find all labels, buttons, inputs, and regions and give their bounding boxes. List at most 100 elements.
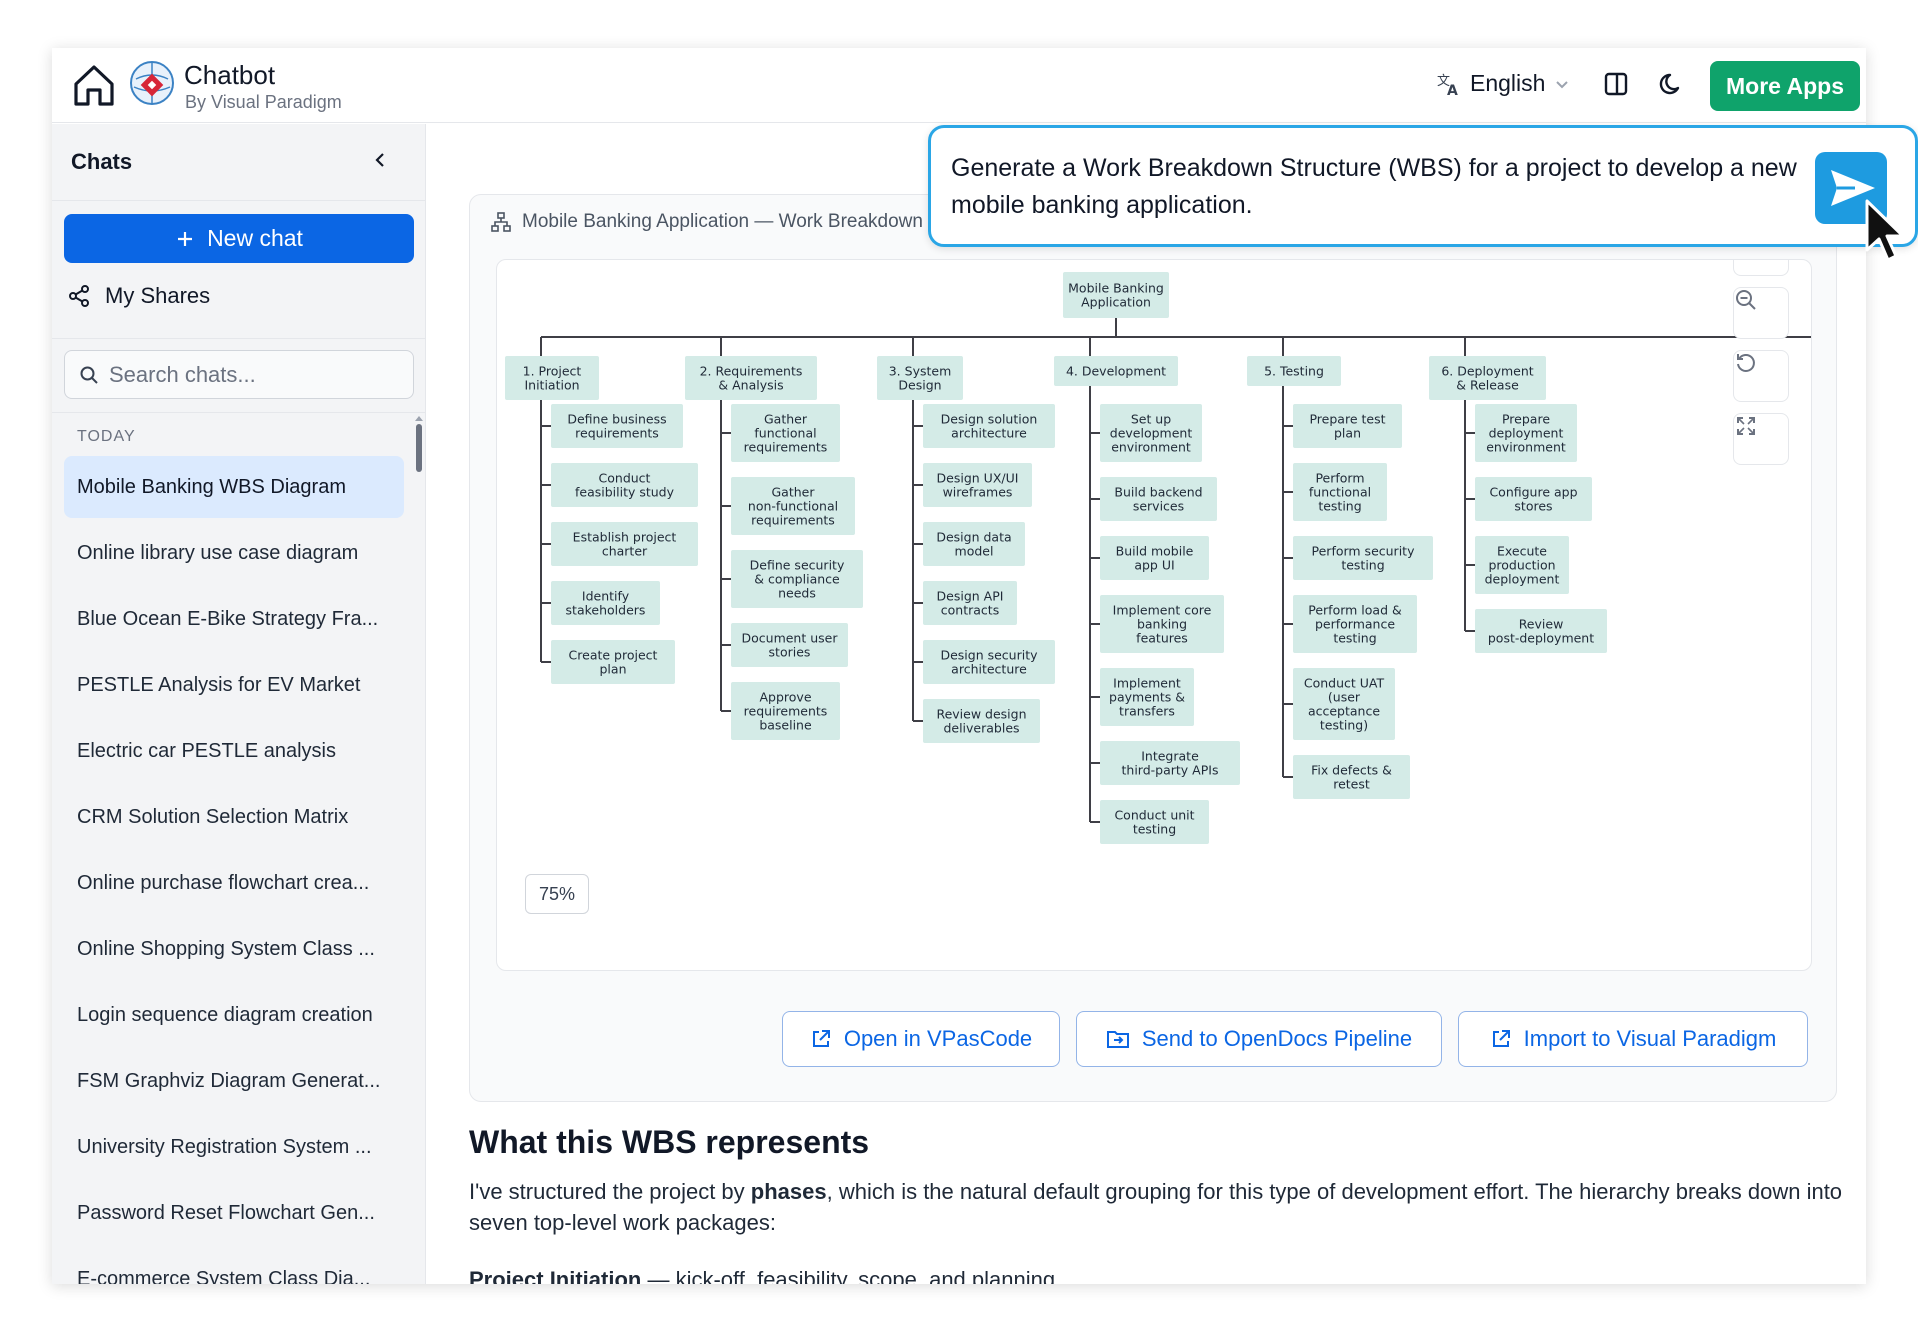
wbs-task-node[interactable]: Conduct UAT (user acceptance testing) (1293, 668, 1395, 740)
wbs-task-node[interactable]: Build mobile app UI (1100, 536, 1209, 580)
prompt-text: Generate a Work Breakdown Structure (WBS… (951, 154, 1797, 219)
wbs-task-node[interactable]: Implement core banking features (1100, 595, 1224, 653)
new-chat-button[interactable]: New chat (64, 214, 414, 263)
wbs-task-node[interactable]: Integrate third-party APIs (1100, 741, 1240, 785)
wbs-task-node[interactable]: Perform security testing (1293, 536, 1433, 580)
wbs-task-node[interactable]: Identify stakeholders (551, 581, 660, 625)
wbs-root-node[interactable]: Mobile Banking Application (1063, 272, 1169, 318)
wbs-task-node[interactable]: Implement payments & transfers (1100, 668, 1194, 726)
wbs-task-node[interactable]: Design security architecture (923, 640, 1055, 684)
import-vp-button[interactable]: Import to Visual Paradigm (1458, 1011, 1808, 1067)
wbs-task-node[interactable]: Create project plan (551, 640, 675, 684)
section-body: I've structured the project by phases, w… (469, 1176, 1849, 1238)
main-content: Mobile Banking Application — Work Breakd… (427, 124, 1866, 1284)
wbs-phase-node[interactable]: 5. Testing (1247, 356, 1341, 386)
zoom-in-button[interactable] (1733, 260, 1789, 276)
wbs-task-node[interactable]: Approve requirements baseline (731, 682, 840, 740)
wbs-task-node[interactable]: Configure app stores (1475, 477, 1592, 521)
wbs-task-node[interactable]: Execute production deployment (1475, 536, 1569, 594)
hierarchy-icon (491, 212, 511, 232)
send-opendocs-label: Send to OpenDocs Pipeline (1141, 1026, 1413, 1051)
wbs-task-node[interactable]: Conduct unit testing (1100, 800, 1209, 844)
wbs-task-node[interactable]: Establish project charter (551, 522, 698, 566)
chat-list-item[interactable]: CRM Solution Selection Matrix (64, 786, 404, 848)
wbs-task-node[interactable]: Define security & compliance needs (731, 550, 863, 608)
sidebar: Chats New chat My Shares Search chats...… (52, 124, 426, 1284)
chat-list-item[interactable]: Online Shopping System Class ... (64, 918, 404, 980)
chat-list-item[interactable]: Mobile Banking WBS Diagram (64, 456, 404, 518)
zoom-level-indicator: 75% (525, 874, 589, 914)
wbs-task-node[interactable]: Review post-deployment (1475, 609, 1607, 653)
search-chats-field[interactable] (64, 350, 414, 399)
scrollbar-thumb[interactable] (416, 424, 422, 472)
scroll-up-icon (415, 416, 423, 421)
chat-list-item[interactable]: Blue Ocean E-Bike Strategy Fra... (64, 588, 404, 650)
wbs-task-node-label: Implement payments & transfers (1109, 676, 1185, 719)
chat-list-item[interactable]: PESTLE Analysis for EV Market (64, 654, 404, 716)
wbs-task-node[interactable]: Perform functional testing (1293, 463, 1387, 521)
more-apps-button[interactable]: More Apps (1710, 61, 1860, 111)
wbs-task-node-label: Design solution architecture (941, 412, 1038, 441)
wbs-task-node[interactable]: Design API contracts (923, 581, 1017, 625)
chat-list-item[interactable]: Online library use case diagram (64, 522, 404, 584)
wbs-task-node[interactable]: Prepare deployment environment (1475, 404, 1577, 462)
wbs-task-node[interactable]: Design solution architecture (923, 404, 1055, 448)
wbs-task-node[interactable]: Document user stories (731, 623, 848, 667)
external-link-icon (812, 1030, 830, 1047)
wbs-task-node[interactable]: Fix defects & retest (1293, 755, 1410, 799)
open-vpascode-label: Open in VPasCode (843, 1026, 1033, 1051)
chevron-left-icon[interactable] (370, 150, 390, 170)
wbs-task-node[interactable]: Conduct feasibility study (551, 463, 698, 507)
wbs-task-node[interactable]: Gather functional requirements (731, 404, 840, 462)
sidebar-scrollbar[interactable] (414, 414, 424, 474)
app-subtitle: By Visual Paradigm (185, 92, 342, 112)
phase-description: Project Initiation — kick-off, feasibili… (469, 1267, 1055, 1284)
wbs-phase-node[interactable]: 1. Project Initiation (505, 356, 599, 400)
wbs-phase-node[interactable]: 6. Deployment & Release (1429, 356, 1546, 400)
zoom-out-button[interactable] (1733, 287, 1789, 339)
new-chat-label: New chat (207, 225, 303, 251)
app-title: Chatbot (184, 60, 276, 90)
reset-icon (1737, 354, 1755, 372)
folder-send-icon (1106, 1031, 1129, 1048)
wbs-root-node-label: Mobile Banking Application (1068, 281, 1164, 310)
chat-list-item[interactable]: University Registration System ... (64, 1116, 404, 1178)
zoom-out-icon (1736, 290, 1756, 310)
wbs-task-node[interactable]: Define business requirements (551, 404, 683, 448)
moon-icon[interactable] (1658, 70, 1686, 98)
wbs-task-node[interactable]: Review design deliverables (923, 699, 1040, 743)
wbs-task-node-label: Review design deliverables (936, 707, 1026, 736)
fullscreen-button[interactable] (1733, 413, 1789, 465)
wbs-task-node[interactable]: Gather non-functional requirements (731, 477, 855, 535)
wbs-phase-node[interactable]: 3. System Design (877, 356, 963, 400)
wbs-phase-node[interactable]: 2. Requirements & Analysis (685, 356, 817, 400)
wbs-phase-node[interactable]: 4. Development (1054, 356, 1178, 386)
section-title: What this WBS represents (469, 1124, 870, 1160)
wbs-diagram-canvas[interactable]: Mobile Banking Application 1. Project Initi… (496, 259, 1812, 971)
home-icon[interactable] (72, 62, 116, 108)
language-label: English (1470, 70, 1546, 96)
chat-list-item[interactable]: Password Reset Flowchart Gen... (64, 1182, 404, 1244)
search-chats-input[interactable] (109, 361, 399, 388)
chat-list-item[interactable]: E-commerce System Class Dia... (64, 1248, 404, 1285)
diagram-title: Mobile Banking Application — Work Breakd… (522, 211, 923, 232)
language-selector[interactable]: 文 A English (1436, 70, 1571, 97)
send-opendocs-button[interactable]: Send to OpenDocs Pipeline (1076, 1011, 1442, 1067)
mouse-cursor-icon (1865, 199, 1905, 262)
visual-paradigm-logo (130, 61, 174, 105)
reset-view-button[interactable] (1733, 350, 1789, 402)
wbs-task-node[interactable]: Design UX/UI wireframes (923, 463, 1032, 507)
open-vpascode-button[interactable]: Open in VPasCode (782, 1011, 1060, 1067)
divider (52, 412, 426, 413)
wbs-task-node[interactable]: Perform load & performance testing (1293, 595, 1417, 653)
wbs-task-node[interactable]: Set up development environment (1100, 404, 1202, 462)
my-shares-link[interactable]: My Shares (67, 272, 210, 320)
wbs-task-node[interactable]: Design data model (923, 522, 1025, 566)
chat-list-item[interactable]: Electric car PESTLE analysis (64, 720, 404, 782)
wbs-task-node[interactable]: Build backend services (1100, 477, 1217, 521)
chat-list-item[interactable]: Login sequence diagram creation (64, 984, 404, 1046)
sidebar-toggle-icon[interactable] (1602, 70, 1630, 98)
chat-list-item[interactable]: Online purchase flowchart crea... (64, 852, 404, 914)
chat-list-item[interactable]: FSM Graphviz Diagram Generat... (64, 1050, 404, 1112)
wbs-task-node[interactable]: Prepare test plan (1293, 404, 1402, 448)
